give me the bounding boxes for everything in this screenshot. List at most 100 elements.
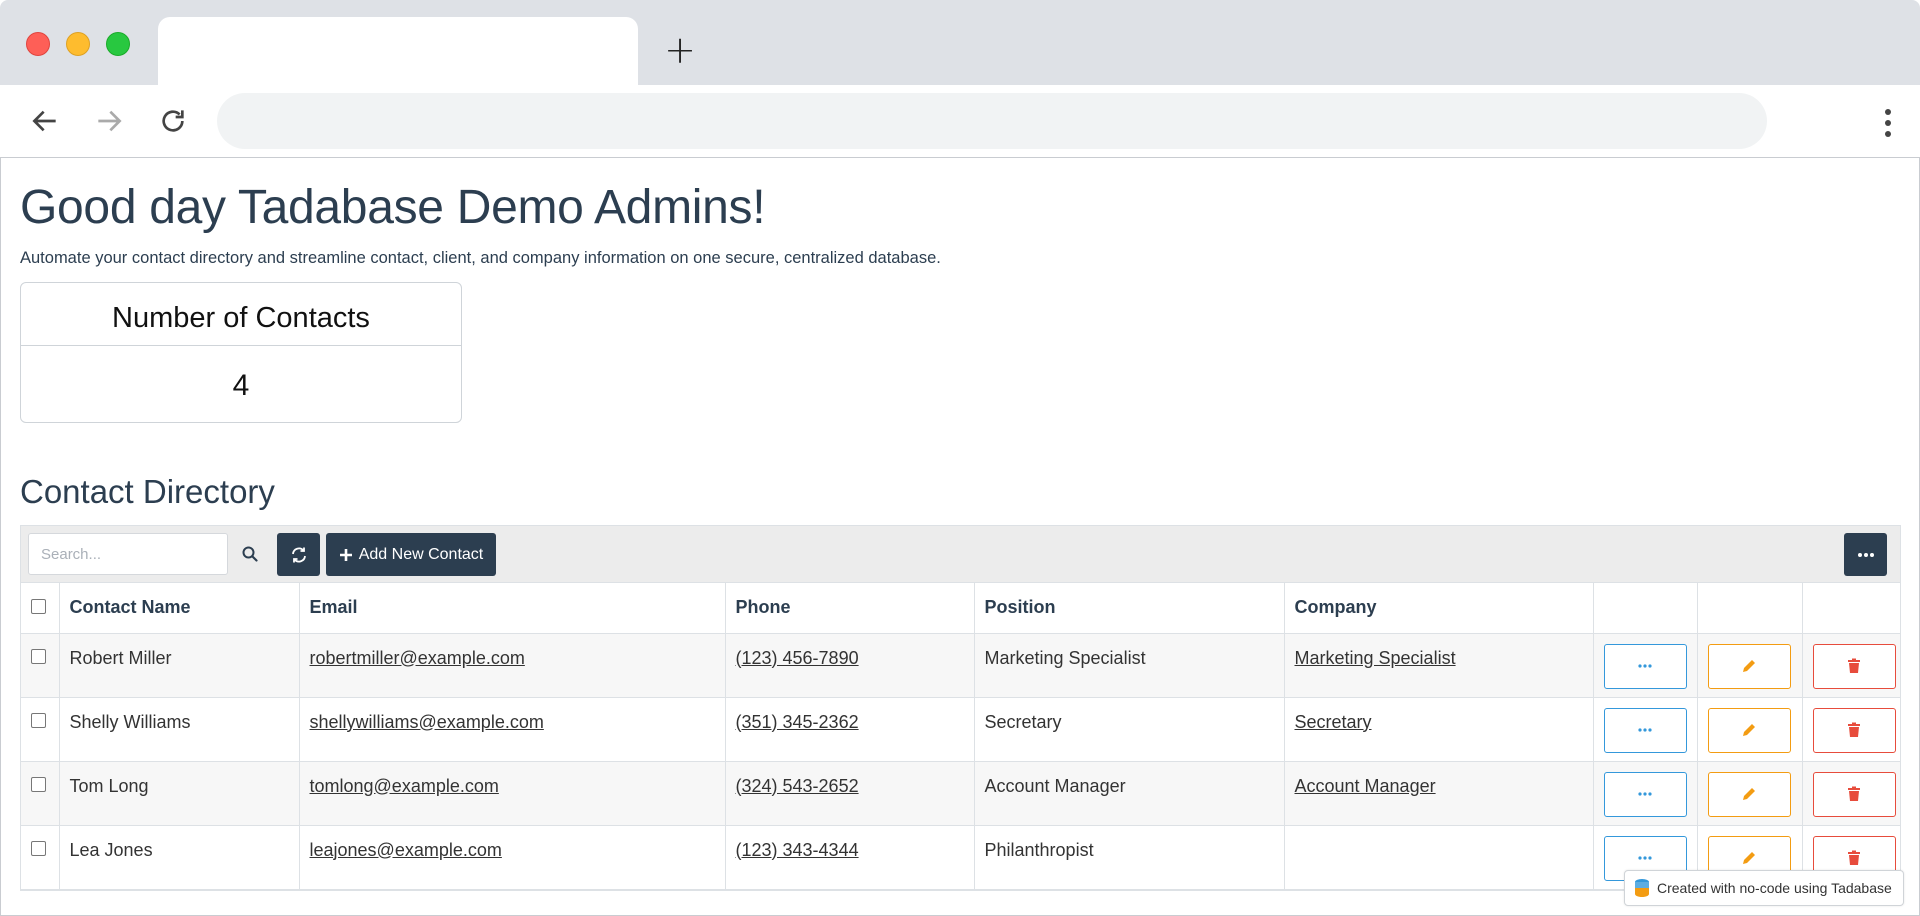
row-select-cell (21, 697, 60, 762)
row-select-cell (21, 825, 60, 890)
table-row: Tom Long tomlong@example.com (324) 543-2… (21, 761, 1900, 826)
edit-button[interactable] (1707, 707, 1791, 753)
forward-arrow-icon (98, 110, 122, 132)
email-link[interactable]: tomlong@example.com (310, 776, 499, 796)
forward-button[interactable] (89, 101, 129, 141)
company-cell (1284, 825, 1594, 890)
position: Marketing Specialist (974, 633, 1285, 698)
pencil-icon (1743, 852, 1755, 864)
email-link[interactable]: shellywilliams@example.com (310, 712, 544, 732)
email-link[interactable]: robertmiller@example.com (310, 648, 525, 668)
edit-button[interactable] (1707, 771, 1791, 817)
view-button[interactable] (1603, 771, 1687, 817)
table-toolbar: Add New Contact (21, 526, 1900, 583)
stat-title: Number of Contacts (21, 283, 461, 346)
phone-link[interactable]: (351) 345-2362 (736, 712, 859, 732)
trash-icon (1848, 850, 1860, 865)
phone-cell: (123) 456-7890 (725, 633, 975, 698)
company-link[interactable]: Marketing Specialist (1295, 648, 1456, 668)
contact-name: Robert Miller (59, 633, 300, 698)
row-checkbox[interactable] (31, 840, 46, 856)
ellipsis-icon (1857, 552, 1874, 557)
add-contact-label: Add New Contact (358, 545, 484, 563)
ellipsis-icon (1638, 792, 1652, 796)
table-row: Robert Miller robertmiller@example.com (… (21, 633, 1900, 698)
browser-tab-active[interactable] (158, 17, 638, 85)
column-header-edit (1697, 583, 1803, 634)
row-checkbox[interactable] (31, 776, 46, 792)
new-tab-button[interactable]: + (660, 30, 700, 70)
company-link[interactable]: Secretary (1295, 712, 1372, 732)
delete-cell (1802, 633, 1900, 698)
row-select-cell (21, 761, 60, 826)
phone-link[interactable]: (123) 456-7890 (736, 648, 859, 668)
reload-icon (162, 110, 184, 132)
column-header-email[interactable]: Email (299, 583, 726, 634)
delete-cell (1802, 697, 1900, 762)
refresh-icon (291, 547, 306, 562)
delete-button[interactable] (1812, 643, 1896, 689)
row-checkbox[interactable] (31, 712, 46, 728)
table-row: Shelly Williams shellywilliams@example.c… (21, 697, 1900, 762)
page-title: Good day Tadabase Demo Admins! (20, 181, 766, 234)
delete-cell (1802, 761, 1900, 826)
edit-button[interactable] (1707, 643, 1791, 689)
browser-toolbar (0, 85, 1920, 158)
trash-icon (1848, 722, 1860, 737)
view-button[interactable] (1603, 643, 1687, 689)
column-header-name[interactable]: Contact Name (59, 583, 300, 634)
table-more-options-button[interactable] (1844, 533, 1887, 576)
delete-button[interactable] (1812, 707, 1896, 753)
search-button[interactable] (236, 540, 264, 568)
view-button[interactable] (1603, 707, 1687, 753)
minimize-window-button[interactable] (66, 32, 90, 56)
browser-tab-strip: + (0, 0, 1920, 85)
search-input[interactable] (28, 533, 228, 575)
email-cell: shellywilliams@example.com (299, 697, 726, 762)
phone-link[interactable]: (324) 543-2652 (736, 776, 859, 796)
contact-name: Lea Jones (59, 825, 300, 890)
refresh-button[interactable] (277, 533, 320, 576)
pencil-icon (1743, 724, 1755, 736)
search-icon (242, 546, 258, 562)
ellipsis-icon (1638, 856, 1652, 860)
close-window-button[interactable] (26, 32, 50, 56)
row-checkbox[interactable] (31, 648, 46, 664)
email-cell: robertmiller@example.com (299, 633, 726, 698)
kebab-menu-icon[interactable] (1878, 105, 1898, 141)
address-bar[interactable] (217, 93, 1767, 149)
select-all-checkbox[interactable] (31, 598, 46, 614)
view-cell (1593, 697, 1698, 762)
trash-icon (1848, 658, 1860, 673)
pencil-icon (1743, 660, 1755, 672)
back-button[interactable] (25, 101, 65, 141)
company-link[interactable]: Account Manager (1295, 776, 1436, 796)
page-subtitle: Automate your contact directory and stre… (20, 249, 941, 267)
edit-cell (1697, 761, 1803, 826)
page-content: Good day Tadabase Demo Admins! Automate … (20, 158, 1901, 891)
database-icon (1635, 879, 1649, 897)
phone-link[interactable]: (123) 343-4344 (736, 840, 859, 860)
phone-cell: (351) 345-2362 (725, 697, 975, 762)
maximize-window-button[interactable] (106, 32, 130, 56)
row-select-cell (21, 633, 60, 698)
tadabase-badge[interactable]: Created with no-code using Tadabase (1624, 870, 1904, 906)
add-contact-button[interactable]: Add New Contact (326, 533, 496, 576)
view-cell (1593, 633, 1698, 698)
column-header-phone[interactable]: Phone (725, 583, 975, 634)
contact-count-card: Number of Contacts 4 (20, 282, 462, 423)
table-header-row: Contact Name Email Phone Position Compan… (21, 583, 1900, 634)
badge-text: Created with no-code using Tadabase (1657, 880, 1892, 896)
column-header-company[interactable]: Company (1284, 583, 1594, 634)
delete-button[interactable] (1812, 771, 1896, 817)
contact-name: Shelly Williams (59, 697, 300, 762)
phone-cell: (324) 543-2652 (725, 761, 975, 826)
column-header-position[interactable]: Position (974, 583, 1285, 634)
plus-icon (339, 548, 352, 561)
reload-button[interactable] (153, 101, 193, 141)
contact-table-container: Add New Contact Contact Name Email Phone… (20, 525, 1901, 891)
pencil-icon (1743, 788, 1755, 800)
contact-table: Contact Name Email Phone Position Compan… (21, 583, 1900, 890)
company-cell: Account Manager (1284, 761, 1594, 826)
email-link[interactable]: leajones@example.com (310, 840, 502, 860)
